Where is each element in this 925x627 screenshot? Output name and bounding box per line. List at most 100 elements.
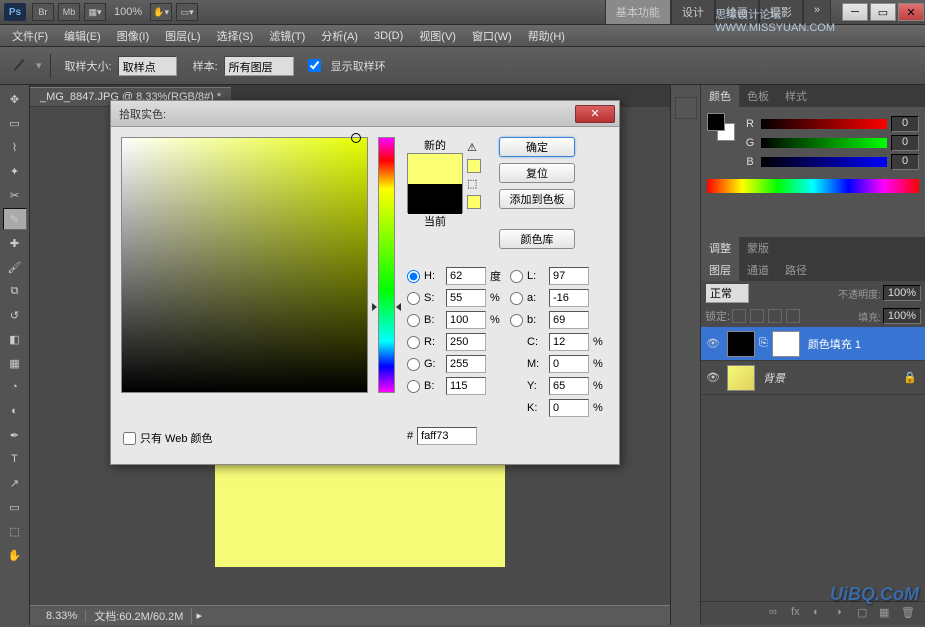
y-input[interactable]	[549, 377, 589, 395]
status-zoom[interactable]: 8.33%	[38, 610, 86, 622]
eyedropper-icon[interactable]	[10, 56, 30, 76]
menu-edit[interactable]: 编辑(E)	[56, 25, 109, 47]
workspace-design[interactable]: 设计	[671, 0, 715, 25]
g-input[interactable]	[446, 355, 486, 373]
s-radio[interactable]	[407, 292, 420, 305]
menu-filter[interactable]: 滤镜(T)	[261, 25, 313, 47]
lock-transparent-icon[interactable]	[732, 309, 746, 323]
r-slider[interactable]	[761, 119, 887, 129]
eraser-tool[interactable]: ◧	[3, 328, 27, 350]
status-docsize[interactable]: 文档:60.2M/60.2M	[86, 608, 192, 624]
shape-tool[interactable]: ▭	[3, 496, 27, 518]
link-layers-icon[interactable]: ∞	[769, 606, 787, 622]
h-radio[interactable]	[407, 270, 420, 283]
hue-bar[interactable]	[378, 137, 395, 393]
bridge-button[interactable]: Br	[32, 3, 54, 21]
type-tool[interactable]: T	[3, 448, 27, 470]
tab-color[interactable]: 颜色	[701, 85, 739, 107]
visibility-icon[interactable]: 👁	[701, 371, 725, 384]
arrange-button[interactable]: ▭▾	[176, 3, 198, 21]
menu-file[interactable]: 文件(F)	[4, 25, 56, 47]
history-brush-tool[interactable]: ↺	[3, 304, 27, 326]
menu-analysis[interactable]: 分析(A)	[313, 25, 366, 47]
new-layer-icon[interactable]: ▦	[879, 606, 897, 622]
tab-channels[interactable]: 通道	[739, 259, 777, 281]
m-input[interactable]	[549, 355, 589, 373]
mask-thumbnail[interactable]	[772, 331, 800, 357]
b-value[interactable]: 0	[891, 154, 919, 170]
delete-icon[interactable]: 🗑	[901, 606, 919, 622]
wand-tool[interactable]: ✦	[3, 160, 27, 182]
dialog-titlebar[interactable]: 拾取实色: ✕	[111, 101, 619, 127]
layer-thumbnail[interactable]	[727, 331, 755, 357]
gamut-swatch[interactable]	[467, 159, 481, 173]
layer-row[interactable]: 👁 背景 🔒	[701, 361, 925, 395]
new-color-swatch[interactable]	[408, 154, 462, 184]
hand-tool[interactable]: ✋	[3, 544, 27, 566]
sample-layers-select[interactable]: 所有图层	[224, 56, 294, 76]
3d-tool[interactable]: ⬚	[3, 520, 27, 542]
group-icon[interactable]: ▢	[857, 606, 875, 622]
g-radio[interactable]	[407, 358, 420, 371]
b-rgb-input[interactable]	[446, 377, 486, 395]
opacity-value[interactable]: 100%	[883, 285, 921, 301]
r-radio[interactable]	[407, 336, 420, 349]
zoom-display[interactable]: 100%	[108, 6, 148, 18]
blend-mode-select[interactable]: 正常	[705, 283, 749, 303]
fg-swatch[interactable]	[707, 113, 725, 131]
c-input[interactable]	[549, 333, 589, 351]
lock-position-icon[interactable]	[768, 309, 782, 323]
b-lab-radio[interactable]	[510, 314, 523, 327]
menu-image[interactable]: 图像(I)	[109, 25, 157, 47]
b-lab-input[interactable]	[549, 311, 589, 329]
menu-window[interactable]: 窗口(W)	[464, 25, 520, 47]
lock-pixels-icon[interactable]	[750, 309, 764, 323]
pen-tool[interactable]: ✒	[3, 424, 27, 446]
current-color-swatch[interactable]	[408, 184, 462, 214]
h-input[interactable]	[446, 267, 486, 285]
fx-icon[interactable]: fx	[791, 606, 809, 622]
g-slider[interactable]	[761, 138, 887, 148]
minibridge-button[interactable]: Mb	[58, 3, 80, 21]
layer-thumbnail[interactable]	[727, 365, 755, 391]
r-value[interactable]: 0	[891, 116, 919, 132]
b-slider[interactable]	[761, 157, 887, 167]
hand-button[interactable]: ✋▾	[150, 3, 172, 21]
crop-tool[interactable]: ✂	[3, 184, 27, 206]
maximize-button[interactable]: ▭	[870, 3, 896, 21]
b-rgb-radio[interactable]	[407, 380, 420, 393]
reset-button[interactable]: 复位	[499, 163, 575, 183]
k-input[interactable]	[549, 399, 589, 417]
hex-input[interactable]	[417, 427, 477, 445]
fg-bg-swatches[interactable]	[707, 113, 737, 143]
sample-size-select[interactable]: 取样点	[118, 56, 177, 76]
menu-help[interactable]: 帮助(H)	[520, 25, 573, 47]
tab-masks[interactable]: 蒙版	[739, 237, 777, 259]
a-input[interactable]	[549, 289, 589, 307]
ok-button[interactable]: 确定	[499, 137, 575, 157]
marquee-tool[interactable]: ▭	[3, 112, 27, 134]
color-libraries-button[interactable]: 颜色库	[499, 229, 575, 249]
layer-row[interactable]: 👁 ⎘ 颜色填充 1	[701, 327, 925, 361]
adjustment-icon[interactable]: ◑	[835, 606, 853, 622]
stamp-tool[interactable]: ⧉	[3, 280, 27, 302]
websafe-swatch[interactable]	[467, 195, 481, 209]
dodge-tool[interactable]: ◐	[3, 400, 27, 422]
heal-tool[interactable]: ✚	[3, 232, 27, 254]
menu-layer[interactable]: 图层(L)	[157, 25, 208, 47]
dialog-close-button[interactable]: ✕	[575, 105, 615, 123]
menu-select[interactable]: 选择(S)	[209, 25, 262, 47]
close-button[interactable]: ✕	[898, 3, 924, 21]
a-radio[interactable]	[510, 292, 523, 305]
path-tool[interactable]: ↗	[3, 472, 27, 494]
add-swatch-button[interactable]: 添加到色板	[499, 189, 575, 209]
brush-tool[interactable]: 🖌	[3, 256, 27, 278]
layer-name[interactable]: 颜色填充 1	[808, 336, 861, 352]
strip-icon[interactable]	[675, 97, 697, 119]
sv-cursor[interactable]	[351, 133, 361, 143]
web-only-checkbox[interactable]	[123, 432, 136, 445]
gamut-warning-icon[interactable]: ⚠	[467, 141, 481, 155]
fill-value[interactable]: 100%	[883, 308, 921, 324]
l-radio[interactable]	[510, 270, 523, 283]
visibility-icon[interactable]: 👁	[701, 337, 725, 350]
